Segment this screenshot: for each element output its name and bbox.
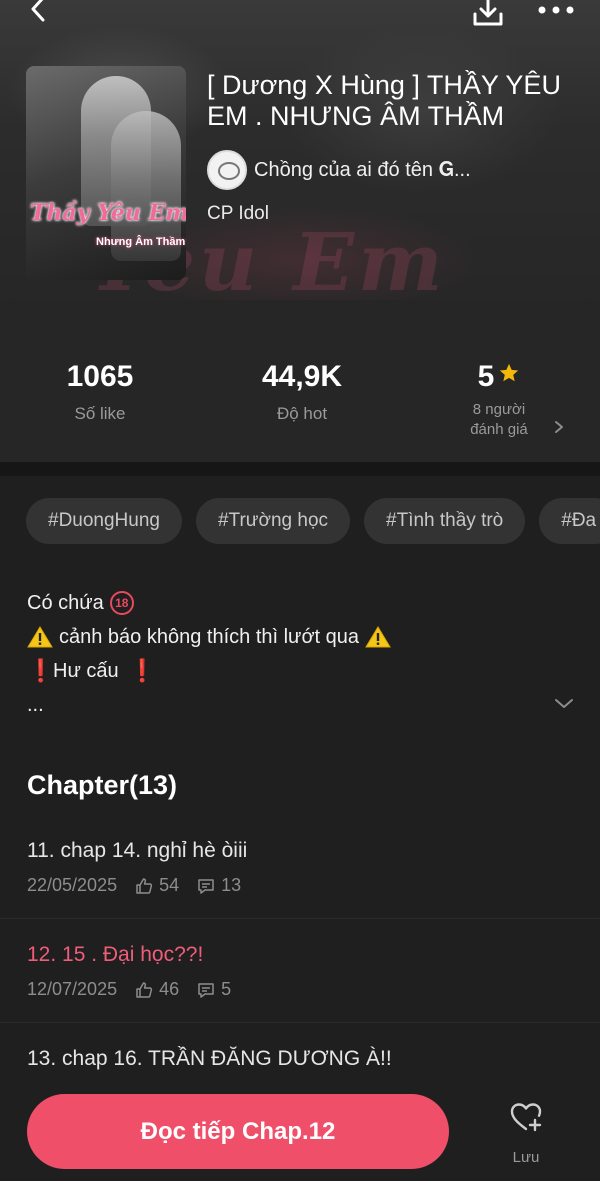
story-cover-image[interactable]: Thầy Yêu Em Nhưng Âm Thầm — [26, 66, 186, 280]
likes-count: 1065 — [66, 360, 134, 393]
chapter-likes: 46 — [159, 979, 180, 999]
story-title: [ Dương X Hùng ] THẦY YÊU EM . NHƯNG ÂM … — [207, 70, 561, 131]
chapter-row[interactable]: 11. chap 14. nghỉ hè òiii 22/05/2025 54 … — [0, 815, 600, 919]
tag-list: #DuongHung #Trường học #Tình thầy trò #Đ… — [26, 498, 600, 544]
warning-icon — [27, 626, 53, 648]
chevron-down-icon[interactable] — [553, 697, 575, 711]
chapter-likes: 54 — [159, 875, 180, 895]
top-bar — [0, 0, 600, 40]
story-description[interactable]: Có chứa 18 cảnh báo không thích thì lướt… — [27, 586, 547, 722]
thumbs-up-icon — [136, 877, 153, 894]
chevron-right-icon[interactable] — [552, 418, 566, 436]
rating-count-line1: 8 người — [472, 401, 526, 418]
chapter-meta: 22/05/2025 54 13 — [27, 875, 241, 896]
chapter-comments: 5 — [221, 979, 232, 999]
description-line: cảnh báo không thích thì lướt qua — [59, 626, 360, 648]
chapter-comments: 13 — [221, 875, 242, 895]
likes-stat: 1065 Số like — [30, 360, 170, 424]
hot-stat: 44,9K Độ hot — [232, 360, 372, 424]
section-divider — [0, 462, 600, 476]
author-avatar[interactable] — [207, 150, 247, 190]
save-button[interactable]: Lưu — [500, 1100, 552, 1166]
cover-title-text: Thầy Yêu Em — [30, 200, 186, 226]
warning-icon — [365, 626, 391, 648]
tag-chip[interactable]: #Tình thầy trò — [364, 498, 526, 544]
chapter-row[interactable]: 12. 15 . Đại học??! 12/07/2025 46 5 — [0, 919, 600, 1023]
cover-subtitle-text: Nhưng Âm Thầm — [96, 236, 186, 248]
comment-icon — [198, 982, 214, 998]
star-icon — [500, 363, 519, 382]
hot-count: 44,9K — [261, 360, 343, 393]
exclamation-icon: ❗ — [128, 658, 157, 683]
chapter-title: 11. chap 14. nghỉ hè òiii — [27, 839, 248, 862]
thumbs-up-icon — [136, 981, 153, 998]
comment-icon — [198, 878, 214, 894]
description-line: Có chứa — [27, 592, 104, 614]
save-label: Lưu — [512, 1149, 540, 1166]
chapter-meta: 12/07/2025 46 5 — [27, 979, 231, 1000]
download-icon[interactable] — [470, 0, 506, 30]
rating-count-line2: đánh giá — [470, 421, 528, 438]
likes-label: Số like — [74, 404, 126, 423]
author-name[interactable]: Chồng của ai đó tên 𝐆... — [254, 159, 471, 182]
tag-chip[interactable]: #Đa — [539, 498, 600, 544]
rating-stat[interactable]: 5 8 người đánh giá — [434, 360, 564, 440]
continue-reading-button[interactable]: Đọc tiếp Chap.12 — [27, 1094, 449, 1169]
story-category[interactable]: CP Idol — [207, 203, 269, 225]
description-ellipsis: ... — [27, 694, 44, 716]
rating-value: 5 — [477, 360, 495, 393]
exclamation-icon: ❗ — [27, 658, 55, 683]
age-18-icon: 18 — [109, 591, 134, 615]
heart-add-icon — [510, 1103, 542, 1132]
chapter-date: 22/05/2025 — [27, 875, 118, 895]
back-arrow-icon[interactable] — [24, 0, 54, 24]
chapter-title-current: 12. 15 . Đại học??! — [27, 943, 204, 966]
chapter-date: 12/07/2025 — [27, 979, 118, 999]
description-line: Hư cấu — [53, 660, 119, 682]
tag-chip[interactable]: #DuongHung — [26, 498, 182, 544]
hot-label: Độ hot — [276, 404, 328, 423]
author-row[interactable]: Chồng của ai đó tên 𝐆... — [207, 150, 471, 190]
chapter-title: 13. chap 16. TRẦN ĐĂNG DƯƠNG À!! — [27, 1047, 392, 1070]
more-options-icon[interactable] — [536, 0, 576, 20]
tag-chip[interactable]: #Trường học — [195, 498, 351, 544]
chapter-list-heading: Chapter(13) — [27, 770, 178, 800]
